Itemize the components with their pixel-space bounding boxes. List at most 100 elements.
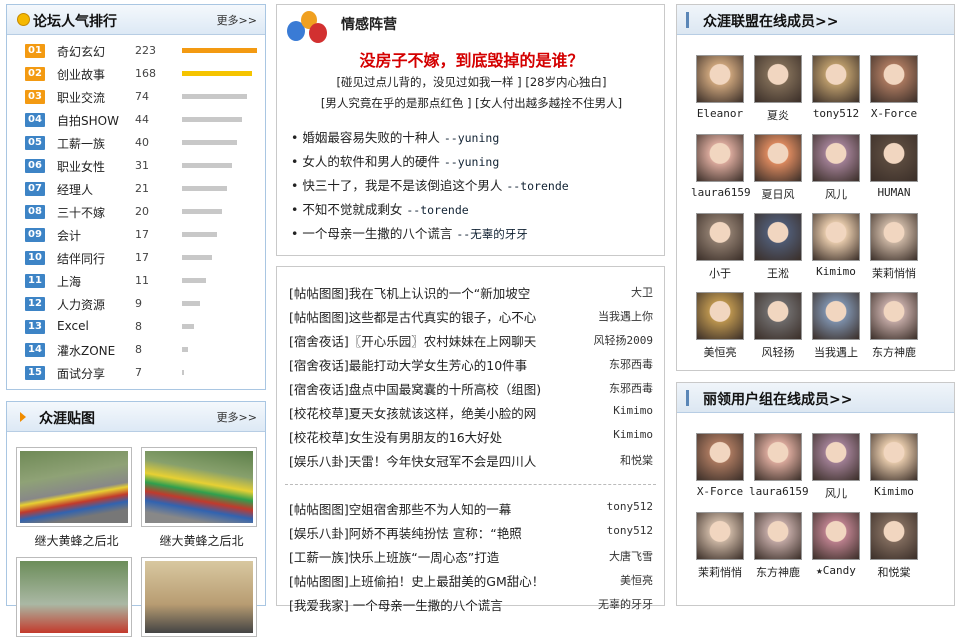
avatar[interactable]	[870, 292, 918, 340]
post-author[interactable]: 美恒亮	[620, 572, 653, 588]
emotion-item-text[interactable]: 婚姻最容易失败的十种人	[302, 130, 440, 145]
ranking-row[interactable]: 05 工薪一族 40	[25, 133, 265, 153]
rank-name[interactable]: 自拍SHOW	[57, 112, 119, 129]
avatar[interactable]	[870, 213, 918, 261]
post-title[interactable]: [帖帖图图]空姐宿舍那些不为人知的一幕	[289, 499, 574, 518]
rank-name[interactable]: 经理人	[57, 181, 93, 198]
emotion-item-author[interactable]: --torende	[406, 203, 468, 217]
ranking-row[interactable]: 15 面试分享 7	[25, 363, 265, 383]
post-row[interactable]: [帖帖图图]这些都是古代真实的银子，心不心 当我遇上你	[289, 305, 653, 327]
rank-name[interactable]: 职业女性	[57, 158, 105, 175]
post-title[interactable]: [帖帖图图]我在飞机上认识的一个“新加坡空	[289, 283, 574, 302]
post-row[interactable]: [宿舍夜话]盘点中国最窝囊的十所高校（组图) 东邪西毒	[289, 377, 653, 399]
post-author[interactable]: Kimimo	[613, 404, 653, 417]
post-row[interactable]: [娱乐八卦]天雷！今年快女冠军不会是四川人 和悦棠	[289, 449, 653, 471]
post-title[interactable]: [校花校草]夏天女孩就该这样，绝美小脸的网	[289, 403, 574, 422]
avatar[interactable]	[812, 512, 860, 560]
member-name[interactable]: 夏炎	[749, 107, 807, 123]
member-name[interactable]: 风轻扬	[749, 344, 807, 360]
ranking-row[interactable]: 08 三十不嫁 20	[25, 202, 265, 222]
sub-links-1[interactable]: [碰见过点儿背的，没见过如我一样 ] [28岁内心独白]	[277, 74, 666, 90]
emotion-item-author[interactable]: --yuning	[444, 131, 499, 145]
post-row[interactable]: [帖帖图图]空姐宿舍那些不为人知的一幕 tony512	[289, 497, 653, 519]
post-author[interactable]: 大卫	[631, 284, 653, 300]
ranking-row[interactable]: 13 Excel 8	[25, 317, 265, 337]
member-item[interactable]: 当我遇上	[807, 292, 865, 360]
post-title[interactable]: [娱乐八卦]阿娇不再装纯扮怯 宣称：“艳照	[289, 523, 574, 542]
rank-name[interactable]: 上海	[57, 273, 81, 290]
ranking-row[interactable]: 09 会计 17	[25, 225, 265, 245]
rank-name[interactable]: 职业交流	[57, 89, 105, 106]
emotion-item-text[interactable]: 女人的软件和男人的硬件	[302, 154, 440, 169]
avatar[interactable]	[754, 55, 802, 103]
avatar[interactable]	[870, 433, 918, 481]
emotion-item-author[interactable]: --torende	[506, 179, 568, 193]
member-name[interactable]: laura6159	[749, 485, 809, 498]
avatar[interactable]	[812, 55, 860, 103]
post-author[interactable]: 当我遇上你	[598, 308, 653, 324]
member-item[interactable]: Kimimo	[807, 213, 865, 278]
member-item[interactable]: 和悦棠	[865, 512, 923, 580]
rank-name[interactable]: 会计	[57, 227, 81, 244]
emotion-item[interactable]: • 不知不觉就成剩女 --torende	[291, 199, 469, 218]
rank-name[interactable]: 创业故事	[57, 66, 105, 83]
member-name[interactable]: 美恒亮	[691, 344, 749, 360]
emotion-item-author[interactable]: --yuning	[444, 155, 499, 169]
avatar[interactable]	[696, 55, 744, 103]
member-item[interactable]: laura6159	[691, 134, 751, 199]
post-row[interactable]: [帖帖图图]上班偷拍！史上最甜美的GM甜心！ 美恒亮	[289, 569, 653, 591]
post-author[interactable]: 大唐飞雪	[609, 548, 653, 564]
avatar[interactable]	[812, 134, 860, 182]
emotion-item[interactable]: • 快三十了，我是不是该倒追这个男人 --torende	[291, 175, 569, 194]
post-author[interactable]: 和悦棠	[620, 452, 653, 468]
member-name[interactable]: 茉莉悄悄	[865, 265, 923, 281]
photo-thumb[interactable]	[141, 447, 257, 527]
post-author[interactable]: 东邪西毒	[609, 380, 653, 396]
member-item[interactable]: 茉莉悄悄	[865, 213, 923, 281]
post-title[interactable]: [帖帖图图]这些都是古代真实的银子，心不心	[289, 307, 574, 326]
post-row[interactable]: [校花校草]女生没有男朋友的16大好处 Kimimo	[289, 425, 653, 447]
members2-title[interactable]: 丽领用户组在线成员>>	[703, 389, 852, 409]
photo-thumb[interactable]	[141, 557, 257, 637]
member-name[interactable]: Kimimo	[807, 265, 865, 278]
avatar[interactable]	[812, 213, 860, 261]
avatar[interactable]	[696, 213, 744, 261]
ranking-row[interactable]: 14 灌水ZONE 8	[25, 340, 265, 360]
ranking-row[interactable]: 04 自拍SHOW 44	[25, 110, 265, 130]
member-item[interactable]: 夏炎	[749, 55, 807, 123]
member-name[interactable]: Kimimo	[865, 485, 923, 498]
emotion-item-text[interactable]: 不知不觉就成剩女	[302, 202, 402, 217]
ranking-row[interactable]: 03 职业交流 74	[25, 87, 265, 107]
member-name[interactable]: 王淞	[749, 265, 807, 281]
member-name[interactable]: 风儿	[807, 485, 865, 501]
rank-name[interactable]: 三十不嫁	[57, 204, 105, 221]
member-name[interactable]: ★Candy	[807, 564, 865, 577]
emotion-item[interactable]: • 一个母亲一生撒的八个谎言 --无辜的牙牙	[291, 223, 528, 242]
rank-name[interactable]: 结伴同行	[57, 250, 105, 267]
member-name[interactable]: 和悦棠	[865, 564, 923, 580]
post-title[interactable]: [我爱我家] 一个母亲一生撒的八个谎言	[289, 595, 574, 614]
photo-caption[interactable]: 继大黄蜂之后北	[14, 532, 139, 549]
ranking-row[interactable]: 01 奇幻玄幻 223	[25, 41, 265, 61]
avatar[interactable]	[754, 512, 802, 560]
emotion-item-text[interactable]: 一个母亲一生撒的八个谎言	[302, 226, 452, 241]
post-author[interactable]: 无辜的牙牙	[598, 596, 653, 612]
member-name[interactable]: 夏日风	[749, 186, 807, 202]
member-item[interactable]: Eleanor	[691, 55, 749, 120]
member-name[interactable]: Eleanor	[691, 107, 749, 120]
sub-links-2[interactable]: [男人究竟在乎的是那点红色 ] [女人付出越多越拴不住男人]	[277, 95, 666, 111]
photo-thumb[interactable]	[16, 557, 132, 637]
post-row[interactable]: [我爱我家] 一个母亲一生撒的八个谎言 无辜的牙牙	[289, 593, 653, 615]
post-row[interactable]: [帖帖图图]我在飞机上认识的一个“新加坡空 大卫	[289, 281, 653, 303]
avatar[interactable]	[812, 292, 860, 340]
ranking-more-link[interactable]: 更多>>	[217, 12, 257, 28]
avatar[interactable]	[696, 134, 744, 182]
member-name[interactable]: 小于	[691, 265, 749, 281]
post-author[interactable]: tony512	[607, 500, 653, 513]
post-row[interactable]: [校花校草]夏天女孩就该这样，绝美小脸的网 Kimimo	[289, 401, 653, 423]
member-item[interactable]: 风儿	[807, 134, 865, 202]
emotion-item-text[interactable]: 快三十了，我是不是该倒追这个男人	[302, 178, 502, 193]
post-author[interactable]: 东邪西毒	[609, 356, 653, 372]
member-item[interactable]: 王淞	[749, 213, 807, 281]
avatar[interactable]	[696, 512, 744, 560]
